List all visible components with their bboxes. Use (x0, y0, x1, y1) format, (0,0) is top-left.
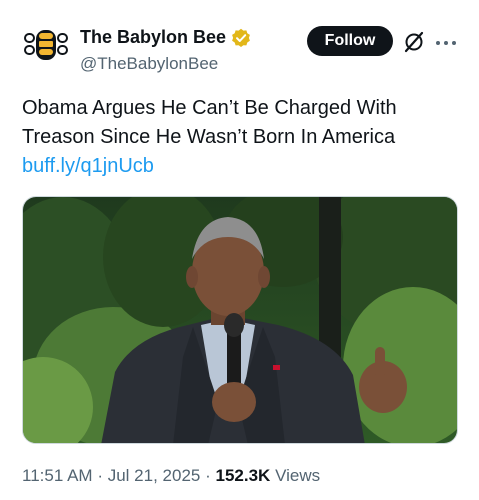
tweet-text: Obama Argues He Can’t Be Charged With Tr… (22, 97, 397, 148)
more-dots-icon[interactable] (434, 36, 458, 48)
account-handle[interactable]: @TheBabylonBee (80, 54, 218, 74)
follow-button[interactable]: Follow (307, 26, 393, 56)
verified-gold-badge-icon[interactable] (231, 28, 251, 48)
grok-icon[interactable] (402, 30, 426, 54)
tweet-header: The Babylon Bee @TheBabylonBee Follow (0, 0, 479, 84)
tweet-body: Obama Argues He Can’t Be Charged With Tr… (22, 94, 452, 181)
meta-separator: · (205, 466, 211, 485)
tweet-meta: 11:51 AM · Jul 21, 2025 · 152.3K Views (22, 466, 320, 486)
tweet-date[interactable]: Jul 21, 2025 (108, 466, 201, 485)
meta-separator: · (97, 466, 103, 485)
views-count[interactable]: 152.3K (216, 466, 271, 485)
account-name[interactable]: The Babylon Bee (80, 27, 226, 48)
tweet-link[interactable]: buff.ly/q1jnUcb (22, 152, 452, 181)
tweet-photo[interactable] (22, 196, 458, 444)
tweet-time[interactable]: 11:51 AM (22, 466, 93, 485)
views-label[interactable]: Views (275, 466, 320, 485)
babylon-bee-logo-icon[interactable] (22, 20, 70, 68)
account-name-row: The Babylon Bee (80, 27, 251, 48)
